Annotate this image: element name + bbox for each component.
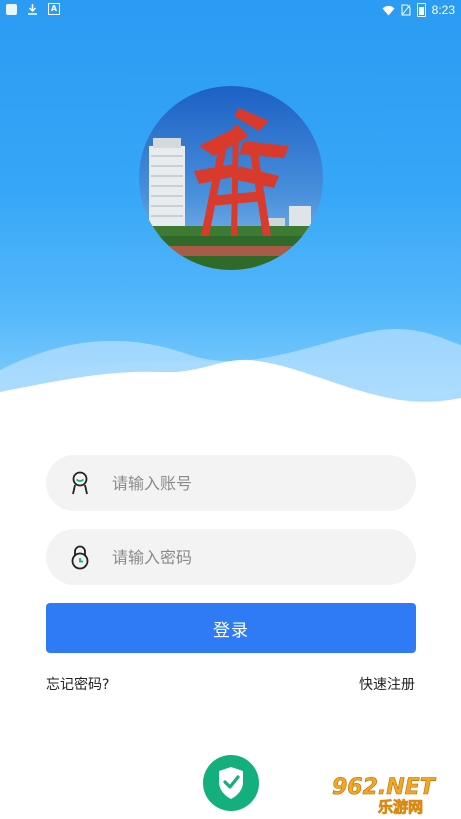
account-field[interactable] — [46, 455, 416, 511]
password-input[interactable] — [110, 546, 374, 568]
login-button[interactable]: 登录 — [46, 603, 416, 653]
password-field[interactable] — [46, 529, 416, 585]
962-watermark-logo: 962.NET 乐游网 — [332, 775, 437, 816]
download-icon — [28, 4, 37, 15]
wifi-icon — [382, 5, 395, 15]
wave-divider — [0, 328, 461, 430]
lock-icon — [71, 545, 89, 570]
a-icon: A — [48, 3, 60, 15]
no-sim-icon — [401, 4, 411, 16]
quick-register-link[interactable]: 快速注册 — [359, 674, 415, 694]
shield-check-button[interactable] — [203, 755, 259, 811]
status-time: 8:23 — [431, 3, 455, 17]
status-bar: A 8:23 — [0, 0, 461, 20]
forgot-password-link[interactable]: 忘记密码? — [46, 674, 109, 694]
user-icon — [72, 471, 88, 495]
watermark-top-text: 962.NET — [332, 775, 437, 800]
shield-check-icon — [219, 767, 243, 799]
account-input[interactable] — [110, 472, 374, 494]
city-sculpture-image — [139, 86, 323, 270]
app-notification-icon — [6, 3, 17, 15]
watermark-bottom-text: 乐游网 — [378, 798, 423, 816]
battery-icon — [416, 3, 426, 17]
